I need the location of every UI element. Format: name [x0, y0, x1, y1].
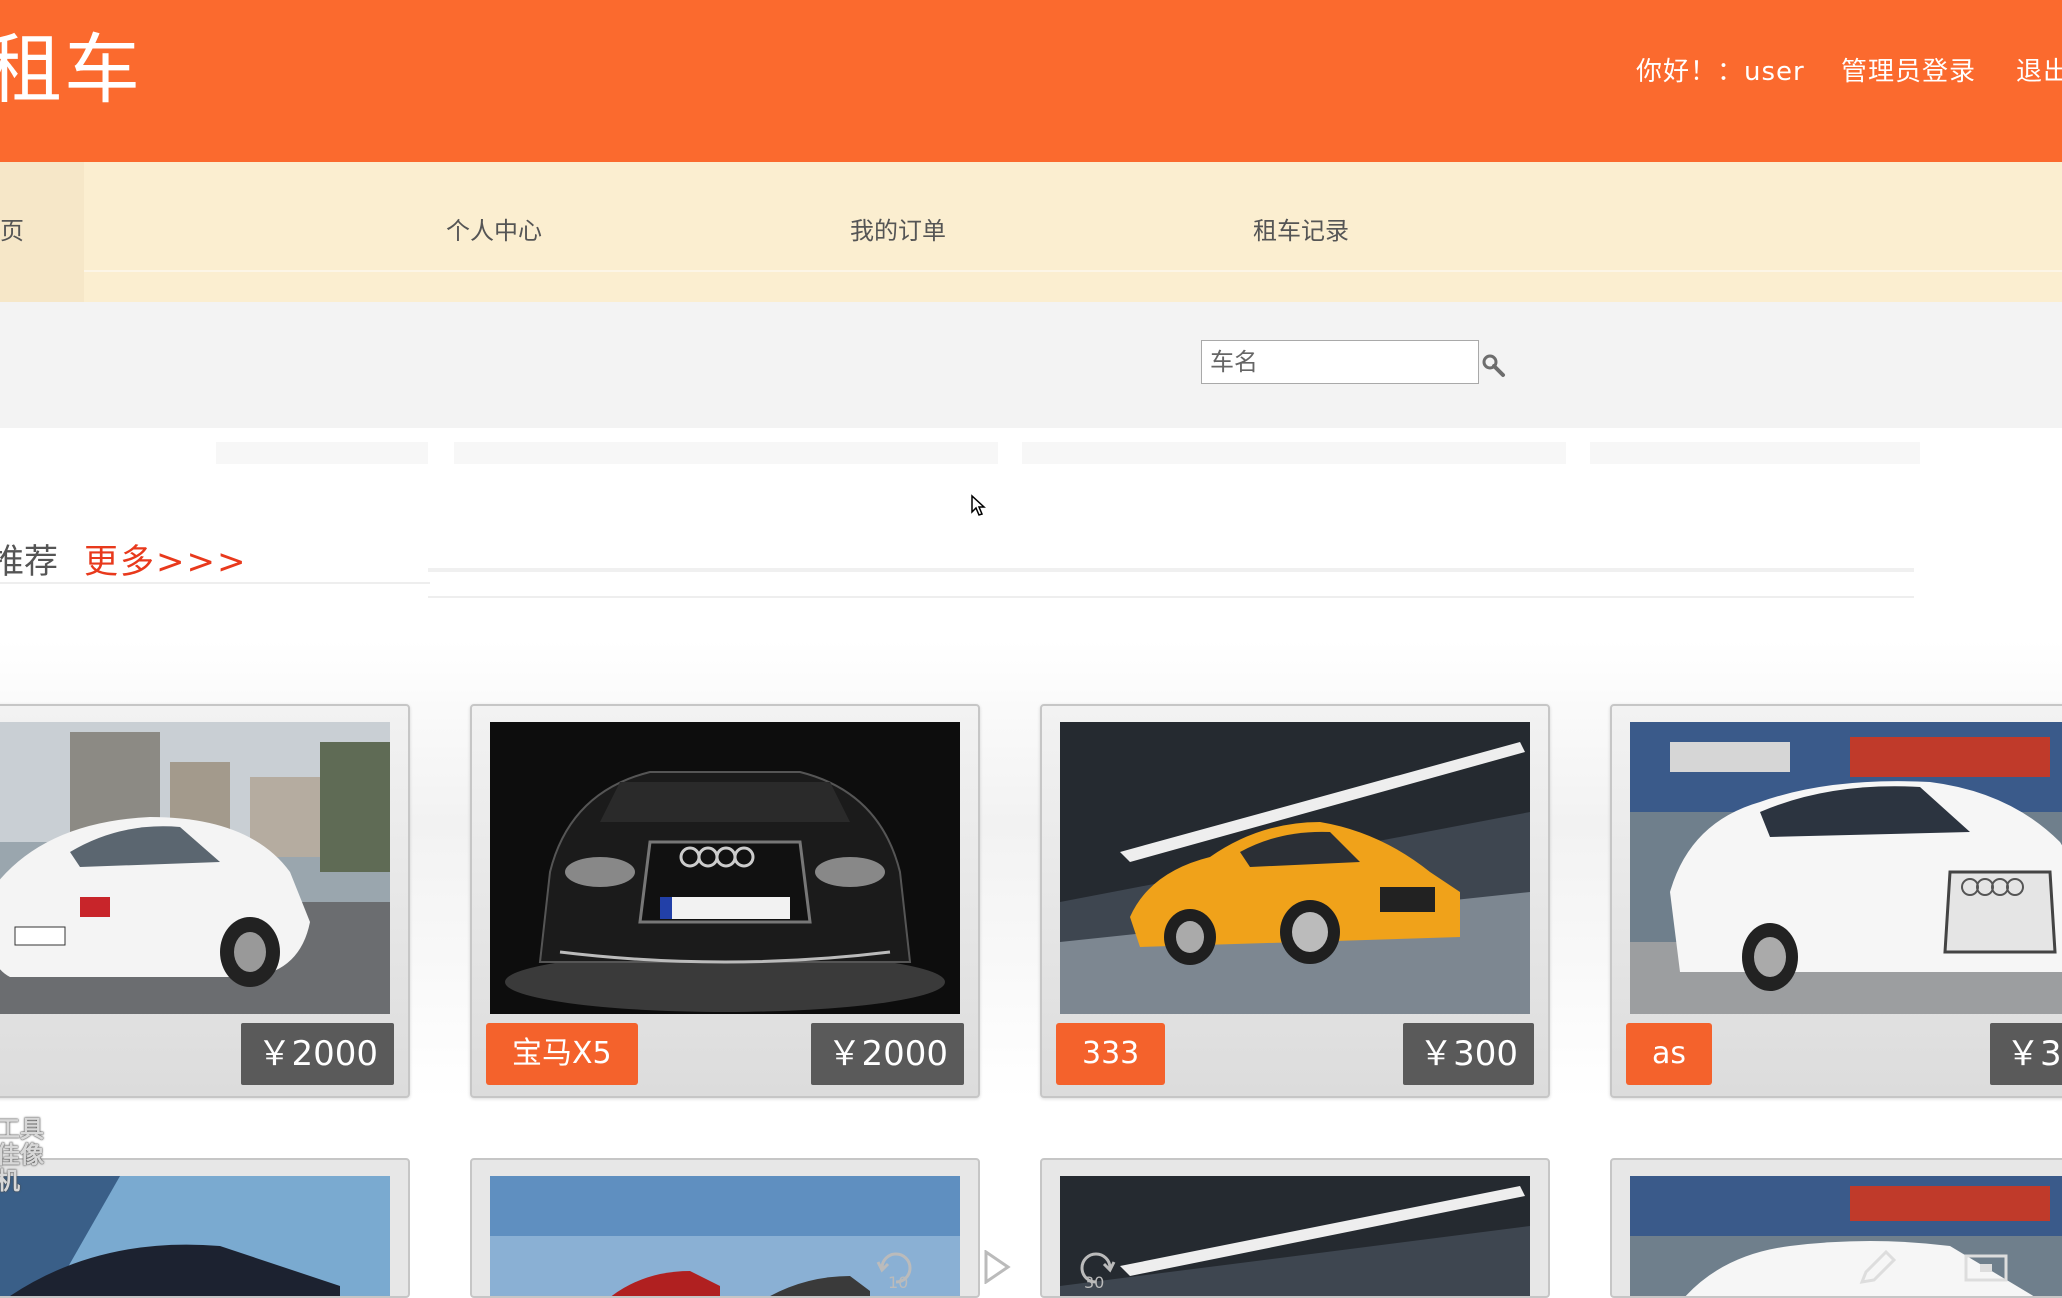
pencil-icon[interactable]	[1858, 1250, 1896, 1286]
forward-30-icon[interactable]: 30	[1074, 1246, 1118, 1289]
nav-item-home[interactable]: 首页	[0, 214, 24, 248]
logout-link[interactable]: 退出	[2016, 52, 2062, 92]
faint-strip	[454, 442, 998, 464]
main-nav: 首页 个人中心 我的订单 租车记录	[0, 162, 2062, 302]
car-name-search-input[interactable]	[1201, 340, 1479, 384]
car-card[interactable]: as ￥30	[1610, 704, 2062, 1098]
nav-divider	[84, 270, 2062, 272]
recorder-watermark: 工具 佳像机	[0, 1115, 44, 1195]
section-rule	[428, 568, 1914, 572]
car-photo[interactable]	[0, 1176, 390, 1296]
play-icon[interactable]	[982, 1250, 1012, 1284]
car-name-tag[interactable]: 333	[1056, 1023, 1166, 1085]
faint-strip	[1590, 442, 1920, 464]
recommend-title: 推荐	[0, 542, 58, 582]
mouse-cursor-icon	[971, 494, 986, 516]
car-price-tag: ￥30	[1990, 1023, 2062, 1085]
site-logo[interactable]: 租车	[0, 20, 142, 120]
rewind-seconds: 10	[888, 1273, 908, 1289]
car-card[interactable]: 宝马X5 ￥2000	[470, 704, 980, 1098]
car-photo[interactable]	[490, 722, 960, 1014]
car-photo[interactable]	[1630, 722, 2062, 1014]
car-name-tag[interactable]: as	[1626, 1023, 1713, 1085]
car-price-tag: ￥2000	[811, 1023, 964, 1085]
car-name-tag[interactable]: 宝马X5	[486, 1023, 638, 1085]
car-card[interactable]: ￥2000	[0, 704, 410, 1098]
faint-strip	[1022, 442, 1566, 464]
admin-login-link[interactable]: 管理员登录	[1841, 52, 1976, 92]
car-card[interactable]: 333 ￥300	[1040, 704, 1550, 1098]
car-price-tag: ￥2000	[241, 1023, 394, 1085]
rewind-10-icon[interactable]: 10	[874, 1246, 918, 1289]
car-photo[interactable]	[1060, 1176, 1530, 1296]
car-photo[interactable]	[0, 722, 390, 1014]
section-rule	[428, 596, 1914, 598]
more-link[interactable]: 更多>>>	[84, 540, 247, 584]
search-icon[interactable]	[1480, 352, 1506, 378]
car-photo[interactable]	[1060, 722, 1530, 1014]
title-underline	[0, 582, 430, 584]
faint-strip	[216, 442, 428, 464]
forward-seconds: 30	[1084, 1273, 1104, 1289]
nav-item-profile[interactable]: 个人中心	[446, 214, 542, 248]
car-card[interactable]	[0, 1158, 410, 1298]
nav-item-orders[interactable]: 我的订单	[850, 214, 946, 248]
nav-item-rental-history[interactable]: 租车记录	[1253, 214, 1349, 248]
user-greeting: 你好！：user	[1636, 57, 1805, 87]
car-price-tag: ￥300	[1403, 1023, 1534, 1085]
screen-icon[interactable]	[1964, 1254, 2008, 1284]
site-header: 租车 你好！：user 管理员登录 退出	[0, 0, 2062, 162]
search-bar	[0, 302, 2062, 428]
